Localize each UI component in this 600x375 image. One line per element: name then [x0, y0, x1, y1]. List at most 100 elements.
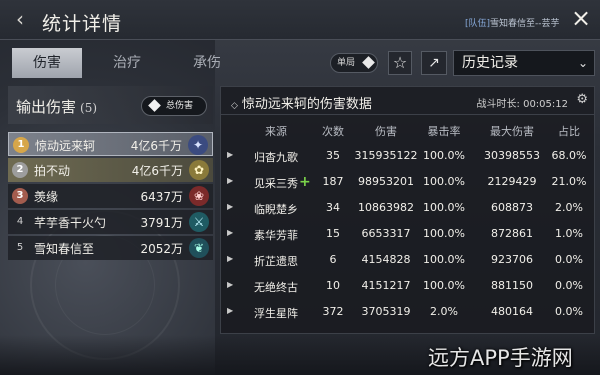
table-row[interactable]: ▶ 素华芳菲 15 6653317 100.0% 872861 1.0%: [221, 221, 594, 247]
team-message: 雪知春信至--芸芋: [490, 19, 560, 29]
back-arrow-icon[interactable]: ‹: [8, 8, 32, 32]
header-bar: ‹ 统计详情 [队伍]雪知春信至--芸芋 ×: [0, 0, 600, 40]
expand-arrow-icon[interactable]: ▶: [227, 176, 233, 185]
crit-rate: 100.0%: [423, 227, 465, 240]
detail-title: ◇ 惊动远来轲的伤害数据: [231, 93, 372, 112]
table-row[interactable]: ▶ 归杳九歌 35 315935122 100.0% 30398553 68.0%: [221, 143, 594, 169]
skill-source: 归杳九歌: [254, 151, 298, 164]
damage-total: 4154828: [361, 253, 411, 266]
damage-total: 4151217: [361, 279, 411, 292]
tab-healing[interactable]: 治疗: [92, 48, 162, 78]
player-name: 芊芋香干火勺: [34, 216, 107, 230]
expand-arrow-icon[interactable]: ▶: [227, 228, 233, 237]
max-damage: 608873: [491, 201, 533, 214]
player-name: 雪知春信至: [34, 242, 95, 256]
damage-share: 2.0%: [555, 201, 583, 214]
crit-rate: 100.0%: [423, 201, 465, 214]
crit-rate: 100.0%: [423, 253, 465, 266]
close-icon[interactable]: ×: [566, 4, 596, 34]
panel-title: 输出伤害 (5): [16, 96, 97, 117]
rank-badge: 3: [12, 188, 28, 204]
expand-arrow-icon[interactable]: ▶: [227, 254, 233, 263]
team-chat-preview[interactable]: [队伍]雪知春信至--芸芋: [465, 16, 560, 29]
column-header: 次数: [322, 125, 344, 138]
butterfly-icon: ❦: [189, 238, 209, 258]
player-name: 拍不动: [34, 164, 71, 178]
rank-row[interactable]: 1 惊动远来轲 4亿6千万 ✦: [8, 132, 213, 156]
player-name: 羡缘: [34, 190, 59, 204]
history-label: 历史记录: [462, 55, 518, 71]
table-row[interactable]: ▶ 浮生星阵 372 3705319 2.0% 480164 0.0%: [221, 299, 594, 325]
rank-row[interactable]: 2 拍不动 4亿6千万 ✿: [8, 158, 213, 182]
plus-icon: +: [299, 174, 311, 190]
expand-arrow-icon[interactable]: ▶: [227, 202, 233, 211]
blade-icon: ⚔: [189, 212, 209, 232]
max-damage: 480164: [491, 305, 533, 318]
damage-share: 0.0%: [555, 279, 583, 292]
single-match-label: 单局: [337, 58, 356, 68]
damage-share: 21.0%: [551, 175, 587, 188]
history-dropdown[interactable]: 历史记录 ⌄: [453, 50, 595, 76]
column-header: 最大伤害: [490, 125, 534, 138]
rank-row[interactable]: 3 羡缘 6437万 ❀: [8, 184, 213, 208]
gear-icon[interactable]: ⚙: [576, 92, 588, 107]
crit-rate: 100.0%: [423, 149, 465, 162]
hit-count: 10: [326, 279, 340, 292]
rank-badge: 2: [12, 162, 28, 178]
panel-title-text: 输出伤害: [16, 98, 77, 116]
crit-rate: 100.0%: [423, 175, 465, 188]
hit-count: 35: [326, 149, 340, 162]
crit-rate: 2.0%: [430, 305, 458, 318]
diamond-icon: [362, 56, 375, 69]
total-damage-label: 总伤害: [166, 101, 194, 111]
share-icon[interactable]: ↗: [421, 51, 447, 75]
hit-count: 15: [326, 227, 340, 240]
diamond-icon: ◇: [231, 101, 238, 111]
rank-row[interactable]: 4 芊芋香干火勺 3791万 ⚔: [8, 210, 213, 234]
page-title: 统计详情: [42, 13, 123, 35]
tab-damage[interactable]: 伤害: [12, 48, 82, 78]
damage-value: 4亿6千万: [131, 164, 183, 178]
star-icon[interactable]: ☆: [388, 51, 412, 75]
skill-source: 折芷遗思: [254, 255, 298, 268]
lotus-icon: ❀: [189, 186, 209, 206]
column-header: 占比: [558, 125, 580, 138]
tab-damage-taken[interactable]: 承伤: [172, 48, 242, 78]
table-row[interactable]: ▶ 无绝终古 10 4151217 100.0% 881150 0.0%: [221, 273, 594, 299]
hit-count: 372: [322, 305, 344, 318]
expand-arrow-icon[interactable]: ▶: [227, 150, 233, 159]
column-header: 伤害: [375, 125, 397, 138]
table-row[interactable]: ▶ 见采三秀 187 98953201 100.0% 2129429 21.0%: [221, 169, 594, 195]
rank-row[interactable]: 5 雪知春信至 2052万 ❦: [8, 236, 213, 260]
table-row[interactable]: ▶ 临睨楚乡 34 10863982 100.0% 608873 2.0%: [221, 195, 594, 221]
damage-value: 3791万: [140, 216, 183, 230]
expand-arrow-icon[interactable]: ▶: [227, 306, 233, 315]
output-damage-panel: 输出伤害 (5) 总伤害 1 惊动远来轲 4亿6千万 ✦ 2 拍不动 4亿6千万 …: [8, 86, 213, 266]
damage-share: 0.0%: [555, 253, 583, 266]
hit-count: 187: [322, 175, 344, 188]
damage-total: 6653317: [361, 227, 411, 240]
team-tag: [队伍]: [465, 19, 491, 29]
detail-header: ◇ 惊动远来轲的伤害数据 战斗时长: 00:05:12 ⚙: [221, 87, 594, 115]
damage-total: 315935122: [354, 149, 418, 162]
table-row[interactable]: ▶ 折芷遗思 6 4154828 100.0% 923706 0.0%: [221, 247, 594, 273]
rank-badge: 5: [16, 242, 24, 253]
detail-title-text: 惊动远来轲的伤害数据: [241, 97, 372, 112]
column-header: 暴击率: [427, 125, 461, 138]
player-count: (5): [80, 101, 98, 115]
max-damage: 2129429: [487, 175, 537, 188]
expand-arrow-icon[interactable]: ▶: [227, 280, 233, 289]
skill-source: 素华芳菲: [254, 229, 298, 242]
damage-value: 2052万: [140, 242, 183, 256]
single-match-toggle[interactable]: 单局: [330, 53, 378, 73]
max-damage: 30398553: [484, 149, 540, 162]
skill-source: 临睨楚乡: [254, 203, 298, 216]
chevron-down-icon: ⌄: [577, 56, 588, 70]
flower-icon: ✿: [189, 160, 209, 180]
total-damage-button[interactable]: 总伤害: [141, 96, 207, 116]
max-damage: 881150: [491, 279, 533, 292]
battle-duration: 战斗时长: 00:05:12: [476, 99, 568, 110]
skill-source: 无绝终古: [254, 281, 298, 294]
damage-share: 0.0%: [555, 305, 583, 318]
damage-share: 1.0%: [555, 227, 583, 240]
